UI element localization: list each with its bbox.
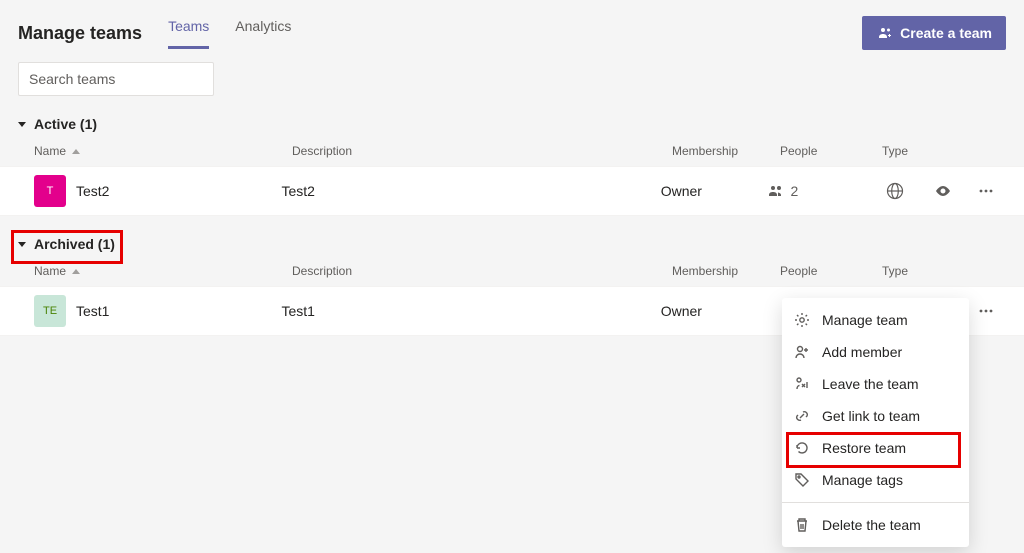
col-membership[interactable]: Membership bbox=[672, 264, 780, 278]
menu-delete-team[interactable]: Delete the team bbox=[782, 509, 969, 541]
table-row[interactable]: T Test2 Test2 Owner 2 bbox=[0, 166, 1024, 216]
menu-restore-team[interactable]: Restore team bbox=[782, 432, 969, 464]
col-description[interactable]: Description bbox=[292, 264, 672, 278]
restore-icon bbox=[794, 440, 810, 456]
col-people[interactable]: People bbox=[780, 144, 882, 158]
column-headers-active: Name Description Membership People Type bbox=[0, 138, 1024, 166]
sort-asc-icon bbox=[72, 269, 80, 274]
more-icon bbox=[977, 302, 995, 320]
globe-icon bbox=[886, 182, 904, 200]
trash-icon bbox=[794, 517, 810, 533]
page-title: Manage teams bbox=[18, 23, 142, 44]
section-active-toggle[interactable]: Active (1) bbox=[0, 110, 1024, 138]
menu-add-member[interactable]: Add member bbox=[782, 336, 969, 368]
team-membership: Owner bbox=[661, 183, 769, 199]
team-name: Test1 bbox=[76, 303, 109, 319]
col-type[interactable]: Type bbox=[882, 144, 942, 158]
caret-down-icon bbox=[18, 122, 26, 127]
caret-down-icon bbox=[18, 242, 26, 247]
search-input[interactable] bbox=[29, 71, 210, 87]
tabs: Teams Analytics bbox=[168, 18, 291, 49]
team-avatar: TE bbox=[34, 295, 66, 327]
link-icon bbox=[794, 408, 810, 424]
team-name: Test2 bbox=[76, 183, 109, 199]
col-name[interactable]: Name bbox=[34, 144, 292, 158]
tab-teams[interactable]: Teams bbox=[168, 18, 209, 49]
eye-icon bbox=[934, 182, 952, 200]
team-description: Test2 bbox=[281, 183, 660, 199]
tab-analytics[interactable]: Analytics bbox=[235, 18, 291, 49]
section-archived-label: Archived (1) bbox=[34, 236, 115, 252]
team-type bbox=[870, 182, 920, 200]
col-name[interactable]: Name bbox=[34, 264, 292, 278]
menu-manage-team[interactable]: Manage team bbox=[782, 304, 969, 336]
team-membership: Owner bbox=[661, 303, 769, 319]
col-membership[interactable]: Membership bbox=[672, 144, 780, 158]
col-type[interactable]: Type bbox=[882, 264, 942, 278]
team-people: 2 bbox=[768, 183, 870, 199]
search-box[interactable] bbox=[18, 62, 214, 96]
menu-manage-tags[interactable]: Manage tags bbox=[782, 464, 969, 496]
team-visibility[interactable] bbox=[920, 182, 966, 200]
gear-icon bbox=[794, 312, 810, 328]
people-icon bbox=[768, 183, 784, 199]
col-people[interactable]: People bbox=[780, 264, 882, 278]
team-avatar: T bbox=[34, 175, 66, 207]
team-description: Test1 bbox=[281, 303, 660, 319]
tag-icon bbox=[794, 472, 810, 488]
person-add-icon bbox=[794, 344, 810, 360]
menu-separator bbox=[782, 502, 969, 503]
more-button[interactable] bbox=[966, 182, 1006, 200]
menu-leave-team[interactable]: Leave the team bbox=[782, 368, 969, 400]
people-add-icon bbox=[876, 25, 892, 41]
section-active-label: Active (1) bbox=[34, 116, 97, 132]
sort-asc-icon bbox=[72, 149, 80, 154]
menu-get-link[interactable]: Get link to team bbox=[782, 400, 969, 432]
leave-icon bbox=[794, 376, 810, 392]
section-archived-toggle[interactable]: Archived (1) bbox=[0, 230, 1024, 258]
create-team-label: Create a team bbox=[900, 25, 992, 41]
column-headers-archived: Name Description Membership People Type bbox=[0, 258, 1024, 286]
more-icon bbox=[977, 182, 995, 200]
more-button[interactable] bbox=[966, 302, 1006, 320]
col-description[interactable]: Description bbox=[292, 144, 672, 158]
create-team-button[interactable]: Create a team bbox=[862, 16, 1006, 50]
context-menu: Manage team Add member Leave the team Ge… bbox=[782, 298, 969, 547]
